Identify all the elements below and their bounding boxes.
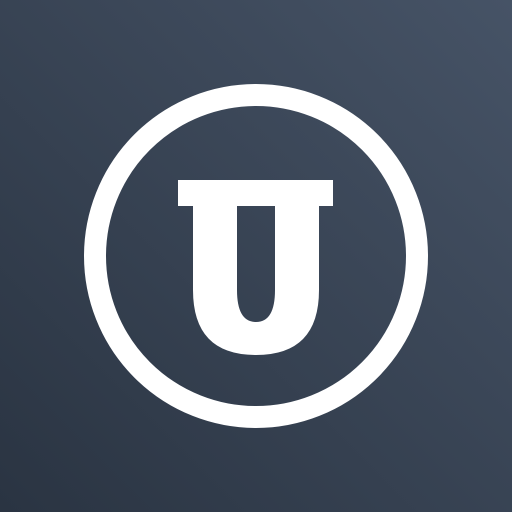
u-circle-logo-icon xyxy=(0,0,512,512)
app-icon xyxy=(0,0,512,512)
background xyxy=(0,0,512,512)
